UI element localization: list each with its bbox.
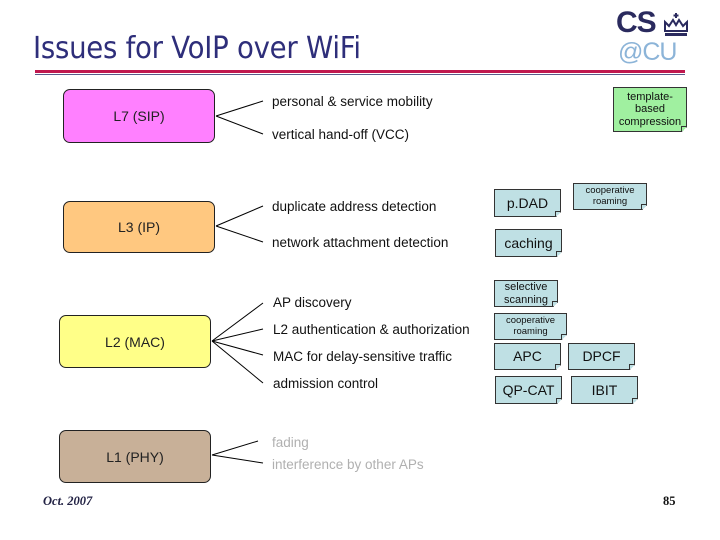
logo-cs-text: CS — [616, 6, 657, 39]
title-rule-shadow — [35, 74, 685, 75]
note-template-based-compression: template-based compression — [613, 87, 687, 132]
issue-interference: interference by other APs — [272, 457, 424, 472]
note-selective-scanning: selective scanning — [494, 280, 558, 307]
connector-line — [211, 340, 264, 384]
slide-title: Issues for VoIP over WiFi — [33, 31, 361, 66]
issue-ap-discovery: AP discovery — [273, 295, 352, 310]
note-qp-cat: QP-CAT — [495, 376, 562, 404]
note-cooperative-roaming-l2: cooperative roaming — [494, 313, 567, 340]
issue-personal-service-mobility: personal & service mobility — [272, 94, 433, 109]
issue-mac-delay-sensitive: MAC for delay-sensitive traffic — [273, 349, 453, 364]
note-apc: APC — [494, 343, 561, 370]
connector-line — [211, 328, 264, 342]
connector-line — [211, 340, 264, 356]
issue-admission-control: admission control — [273, 376, 379, 391]
note-caching: caching — [495, 229, 562, 257]
layer-l3-ip: L3 (IP) — [63, 201, 215, 253]
issue-network-attachment-detection: network attachment detection — [272, 235, 449, 250]
footer-date: Oct. 2007 — [43, 494, 93, 508]
layer-l2-mac: L2 (MAC) — [59, 315, 211, 368]
note-dpcf: DPCF — [568, 343, 635, 370]
issue-duplicate-address-detection: duplicate address detection — [272, 199, 437, 214]
connector-line — [215, 115, 264, 135]
issue-fading: fading — [272, 435, 309, 450]
layer-l1-phy: L1 (PHY) — [59, 430, 211, 483]
connector-line — [211, 454, 264, 464]
title-rule — [35, 70, 685, 73]
connector-line — [215, 205, 264, 227]
issue-vertical-hand-off: vertical hand-off (VCC) — [272, 127, 410, 142]
connector-line — [211, 302, 264, 342]
logo-cu-text: @CU — [618, 38, 677, 66]
page-number: 85 — [663, 494, 676, 508]
connector-line — [215, 100, 264, 117]
note-cooperative-roaming-l3: cooperative roaming — [573, 183, 647, 210]
layer-l7-sip: L7 (SIP) — [63, 89, 215, 143]
cs-cu-logo: CS @CU — [616, 6, 696, 66]
connector-line — [211, 440, 259, 456]
connector-line — [215, 225, 264, 243]
note-pdad: p.DAD — [494, 189, 561, 217]
issue-l2-authentication: L2 authentication & authorization — [273, 322, 470, 337]
note-ibit: IBIT — [571, 376, 638, 404]
crown-icon — [664, 13, 688, 36]
